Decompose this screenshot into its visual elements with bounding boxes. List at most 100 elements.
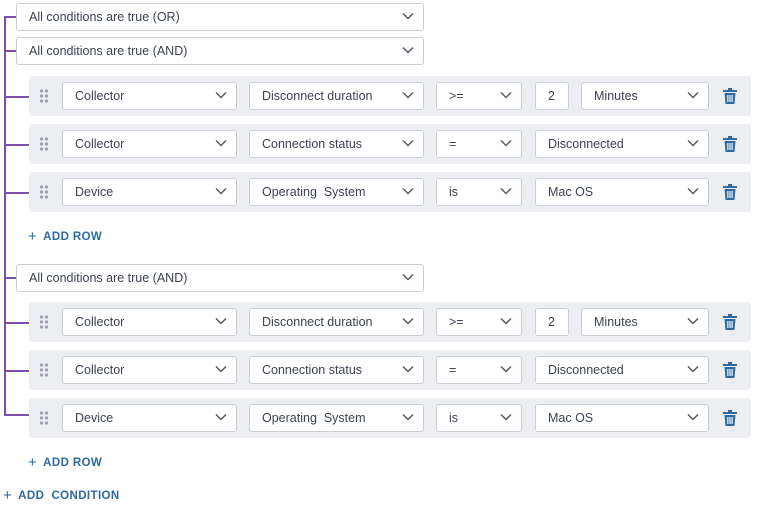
comparator-dropdown[interactable]: >= bbox=[436, 308, 522, 336]
value-text: 2 bbox=[548, 315, 555, 329]
chevron-down-icon bbox=[500, 139, 512, 147]
unit-dropdown[interactable]: Minutes bbox=[581, 82, 709, 110]
group-operator-dropdown[interactable]: All conditions are true (AND) bbox=[16, 264, 424, 292]
drag-handle-icon[interactable] bbox=[39, 315, 49, 329]
drag-handle-icon[interactable] bbox=[39, 411, 49, 425]
chevron-down-icon bbox=[215, 187, 227, 195]
unit-dropdown[interactable]: Minutes bbox=[581, 308, 709, 336]
entity-dropdown[interactable]: Device bbox=[62, 178, 237, 206]
value-input[interactable]: 2 bbox=[535, 308, 569, 336]
top-operator-dropdown[interactable]: All conditions are true (OR) bbox=[16, 3, 424, 31]
value-text: Disconnected bbox=[548, 363, 624, 377]
plus-icon: + bbox=[28, 454, 38, 471]
tree-connector-outer bbox=[4, 16, 6, 415]
value-dropdown[interactable]: Disconnected bbox=[535, 130, 709, 158]
attribute-value: Operating System bbox=[262, 411, 366, 425]
drag-handle-icon[interactable] bbox=[39, 185, 49, 199]
entity-value: Collector bbox=[75, 137, 125, 151]
chevron-down-icon bbox=[215, 317, 227, 325]
group-operator-dropdown[interactable]: All conditions are true (AND) bbox=[16, 37, 424, 65]
add-row-button[interactable]: + ADD ROW bbox=[28, 227, 103, 245]
value-dropdown[interactable]: Mac OS bbox=[535, 178, 709, 206]
chevron-down-icon bbox=[687, 187, 699, 195]
chevron-down-icon bbox=[402, 46, 414, 54]
plus-icon: + bbox=[28, 228, 38, 245]
chevron-down-icon bbox=[500, 317, 512, 325]
value-dropdown[interactable]: Disconnected bbox=[535, 356, 709, 384]
trash-icon[interactable] bbox=[723, 410, 737, 426]
tree-connector-branch bbox=[4, 192, 29, 194]
tree-connector-branch bbox=[4, 370, 29, 372]
comparator-value: = bbox=[449, 137, 457, 151]
entity-dropdown[interactable]: Collector bbox=[62, 82, 237, 110]
chevron-down-icon bbox=[402, 317, 414, 325]
comparator-value: is bbox=[449, 411, 459, 425]
comparator-value: >= bbox=[449, 315, 464, 329]
chevron-down-icon bbox=[402, 12, 414, 20]
chevron-down-icon bbox=[687, 91, 699, 99]
chevron-down-icon bbox=[500, 413, 512, 421]
entity-dropdown[interactable]: Collector bbox=[62, 308, 237, 336]
attribute-value: Operating System bbox=[262, 185, 366, 199]
attribute-dropdown[interactable]: Operating System bbox=[249, 404, 424, 432]
entity-value: Collector bbox=[75, 89, 125, 103]
chevron-down-icon bbox=[500, 365, 512, 373]
plus-icon: + bbox=[3, 487, 13, 504]
chevron-down-icon bbox=[215, 413, 227, 421]
value-input[interactable]: 2 bbox=[535, 82, 569, 110]
attribute-dropdown[interactable]: Disconnect duration bbox=[249, 82, 424, 110]
comparator-dropdown[interactable]: is bbox=[436, 178, 522, 206]
tree-connector-branch bbox=[4, 50, 16, 52]
attribute-dropdown[interactable]: Disconnect duration bbox=[249, 308, 424, 336]
comparator-dropdown[interactable]: >= bbox=[436, 82, 522, 110]
value-text: Mac OS bbox=[548, 411, 594, 425]
chevron-down-icon bbox=[402, 91, 414, 99]
comparator-dropdown[interactable]: = bbox=[436, 356, 522, 384]
tree-connector-branch bbox=[4, 322, 29, 324]
unit-value: Minutes bbox=[594, 315, 638, 329]
tree-connector-branch bbox=[4, 144, 29, 146]
unit-value: Minutes bbox=[594, 89, 638, 103]
trash-icon[interactable] bbox=[723, 314, 737, 330]
comparator-dropdown[interactable]: is bbox=[436, 404, 522, 432]
chevron-down-icon bbox=[687, 139, 699, 147]
attribute-value: Disconnect duration bbox=[262, 89, 373, 103]
trash-icon[interactable] bbox=[723, 184, 737, 200]
comparator-value: >= bbox=[449, 89, 464, 103]
chevron-down-icon bbox=[402, 413, 414, 421]
trash-icon[interactable] bbox=[723, 88, 737, 104]
value-dropdown[interactable]: Mac OS bbox=[535, 404, 709, 432]
attribute-dropdown[interactable]: Connection status bbox=[249, 130, 424, 158]
drag-handle-icon[interactable] bbox=[39, 363, 49, 377]
entity-value: Collector bbox=[75, 363, 125, 377]
value-text: Mac OS bbox=[548, 185, 594, 199]
entity-value: Collector bbox=[75, 315, 125, 329]
chevron-down-icon bbox=[215, 91, 227, 99]
drag-handle-icon[interactable] bbox=[39, 89, 49, 103]
chevron-down-icon bbox=[402, 273, 414, 281]
chevron-down-icon bbox=[500, 187, 512, 195]
attribute-value: Disconnect duration bbox=[262, 315, 373, 329]
entity-dropdown[interactable]: Collector bbox=[62, 130, 237, 158]
add-row-button[interactable]: + ADD ROW bbox=[28, 453, 102, 471]
attribute-dropdown[interactable]: Connection status bbox=[249, 356, 424, 384]
chevron-down-icon bbox=[687, 317, 699, 325]
chevron-down-icon bbox=[687, 365, 699, 373]
add-row-label: ADD ROW bbox=[43, 231, 103, 243]
chevron-down-icon bbox=[402, 187, 414, 195]
trash-icon[interactable] bbox=[723, 362, 737, 378]
trash-icon[interactable] bbox=[723, 136, 737, 152]
tree-connector-branch bbox=[4, 16, 16, 18]
chevron-down-icon bbox=[215, 365, 227, 373]
add-condition-button[interactable]: + ADD CONDITION bbox=[3, 486, 120, 504]
attribute-value: Connection status bbox=[262, 137, 363, 151]
entity-value: Device bbox=[75, 185, 114, 199]
drag-handle-icon[interactable] bbox=[39, 137, 49, 151]
tree-connector-branch bbox=[4, 277, 16, 279]
attribute-dropdown[interactable]: Operating System bbox=[249, 178, 424, 206]
entity-dropdown[interactable]: Device bbox=[62, 404, 237, 432]
value-text: Disconnected bbox=[548, 137, 624, 151]
chevron-down-icon bbox=[500, 91, 512, 99]
entity-dropdown[interactable]: Collector bbox=[62, 356, 237, 384]
comparator-dropdown[interactable]: = bbox=[436, 130, 522, 158]
